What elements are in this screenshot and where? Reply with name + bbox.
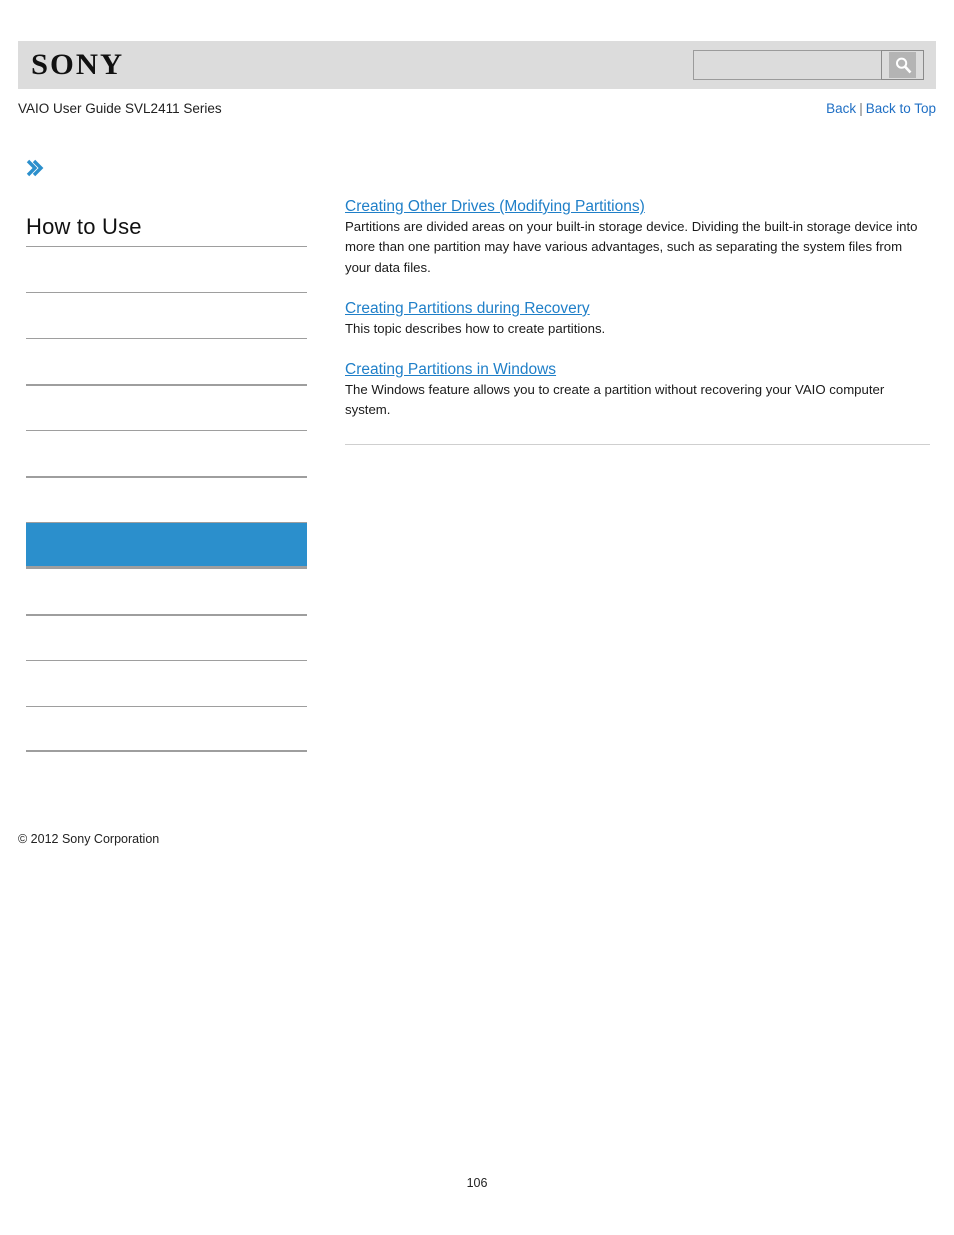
back-to-top-link[interactable]: Back to Top bbox=[866, 101, 936, 116]
sidebar-item[interactable] bbox=[26, 292, 307, 338]
subheader: VAIO User Guide SVL2411 Series Back | Back… bbox=[18, 101, 936, 121]
search-icon bbox=[889, 52, 916, 78]
search-box bbox=[693, 50, 924, 80]
page-title: How to Use bbox=[26, 214, 142, 239]
article-entry: Creating Partitions during Recovery This… bbox=[345, 300, 930, 339]
main-content: Creating Other Drives (Modifying Partiti… bbox=[345, 198, 930, 445]
header-bar: SONY bbox=[18, 41, 936, 89]
sidebar-item[interactable] bbox=[26, 568, 307, 614]
content-divider bbox=[345, 443, 930, 445]
sidebar-nav-list bbox=[26, 246, 307, 752]
article-entry: Creating Partitions in Windows The Windo… bbox=[345, 361, 930, 421]
article-title-link[interactable]: Creating Partitions during Recovery bbox=[345, 300, 590, 317]
double-chevron-right-icon bbox=[26, 158, 44, 178]
sidebar-item[interactable] bbox=[26, 660, 307, 706]
back-link[interactable]: Back bbox=[826, 101, 856, 116]
page-number: 106 bbox=[466, 1176, 488, 1190]
sidebar-item[interactable] bbox=[26, 338, 307, 384]
article-title-link[interactable]: Creating Partitions in Windows bbox=[345, 361, 556, 378]
article-entry: Creating Other Drives (Modifying Partiti… bbox=[345, 198, 930, 278]
search-button[interactable] bbox=[881, 50, 924, 80]
sidebar-item-active[interactable] bbox=[26, 522, 307, 568]
search-input[interactable] bbox=[693, 50, 881, 80]
sidebar-item[interactable] bbox=[26, 706, 307, 752]
header-navigation: Back | Back to Top bbox=[826, 101, 936, 116]
copyright-notice: © 2012 Sony Corporation bbox=[18, 832, 160, 846]
guide-title: VAIO User Guide SVL2411 Series bbox=[18, 101, 222, 116]
link-separator: | bbox=[859, 101, 863, 116]
sidebar-item[interactable] bbox=[26, 476, 307, 522]
sidebar-item[interactable] bbox=[26, 384, 307, 430]
article-description: Partitions are divided areas on your bui… bbox=[345, 218, 918, 275]
article-description: The Windows feature allows you to create… bbox=[345, 381, 885, 418]
article-description: This topic describes how to create parti… bbox=[345, 320, 606, 336]
sony-logo: SONY bbox=[31, 48, 125, 81]
article-title-link[interactable]: Creating Other Drives (Modifying Partiti… bbox=[345, 198, 645, 215]
sidebar-item[interactable] bbox=[26, 246, 307, 292]
sidebar-item[interactable] bbox=[26, 614, 307, 660]
sidebar-item[interactable] bbox=[26, 430, 307, 476]
sidebar: How to Use bbox=[26, 158, 307, 752]
